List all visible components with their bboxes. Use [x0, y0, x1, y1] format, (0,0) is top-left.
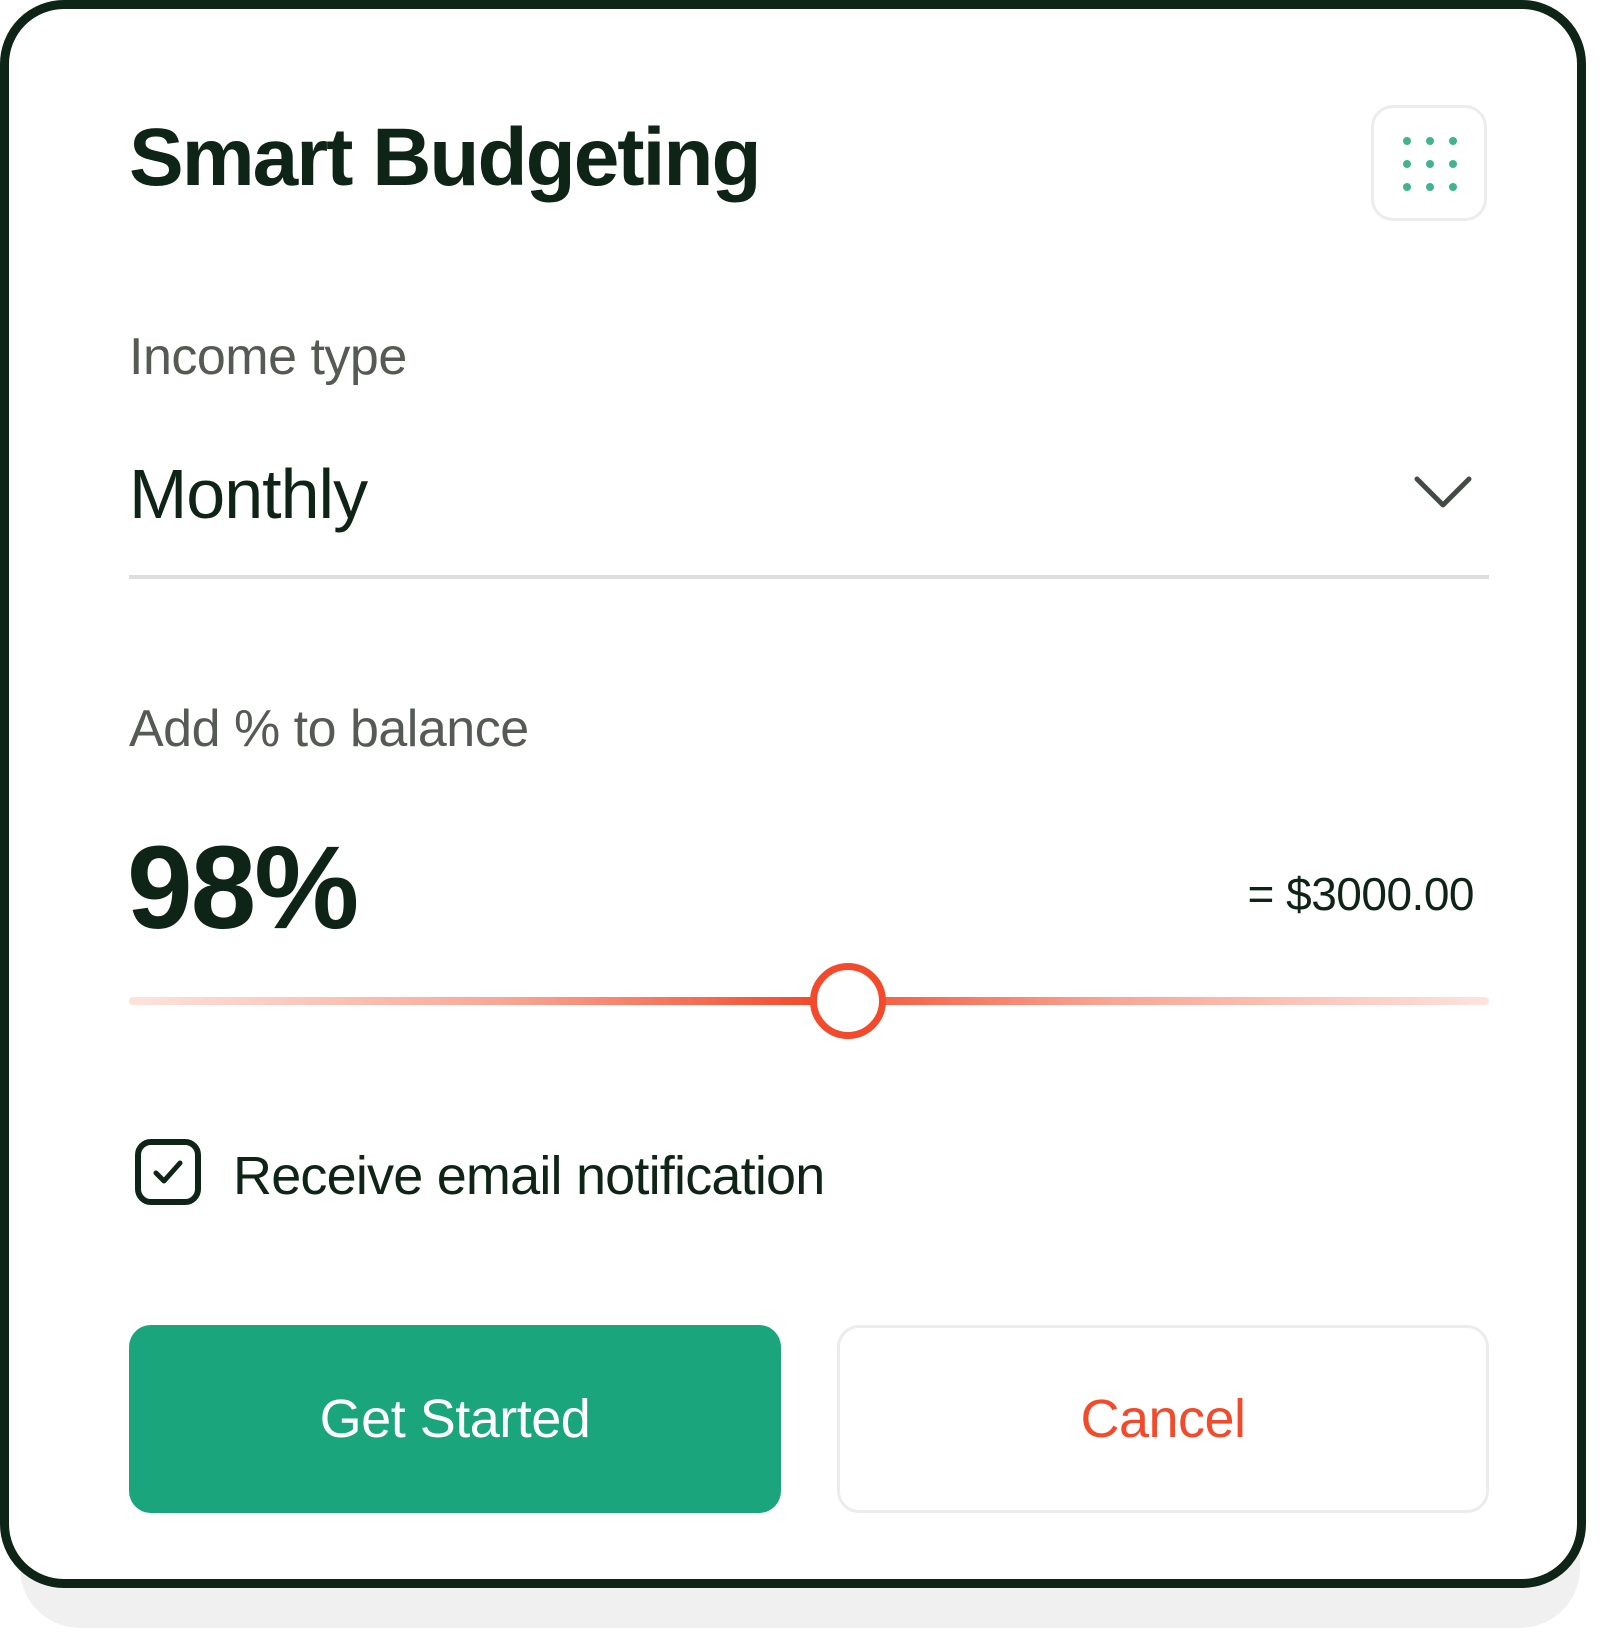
- slider-thumb[interactable]: [810, 963, 887, 1039]
- percent-value: 98%: [127, 822, 359, 954]
- add-percent-label: Add % to balance: [129, 700, 529, 758]
- get-started-button[interactable]: Get Started: [129, 1325, 781, 1513]
- chevron-down-icon: [1414, 476, 1472, 508]
- cancel-button[interactable]: Cancel: [837, 1325, 1489, 1513]
- grid-dots-icon: [1403, 137, 1457, 191]
- grid-dot: [1403, 183, 1411, 191]
- grid-dot: [1426, 183, 1434, 191]
- grid-dot: [1426, 137, 1434, 145]
- grid-dot: [1449, 137, 1457, 145]
- checkmark-icon: [153, 1160, 183, 1184]
- income-type-label: Income type: [129, 328, 407, 386]
- slider-track: [129, 997, 1489, 1005]
- balance-slider[interactable]: [129, 963, 1489, 1039]
- grid-dot: [1403, 160, 1411, 168]
- menu-button[interactable]: [1371, 105, 1487, 221]
- amount-value: = $3000.00: [1247, 868, 1474, 920]
- email-notification-checkbox[interactable]: [135, 1139, 201, 1205]
- income-type-value: Monthly: [129, 455, 368, 533]
- email-notification-label: Receive email notification: [233, 1146, 825, 1206]
- grid-dot: [1426, 160, 1434, 168]
- card-title: Smart Budgeting: [129, 112, 762, 203]
- grid-dot: [1449, 183, 1457, 191]
- grid-dot: [1403, 137, 1411, 145]
- budget-card: Smart Budgeting Income type Monthly Add …: [0, 0, 1586, 1588]
- income-type-select[interactable]: Monthly: [129, 439, 1489, 579]
- grid-dot: [1449, 160, 1457, 168]
